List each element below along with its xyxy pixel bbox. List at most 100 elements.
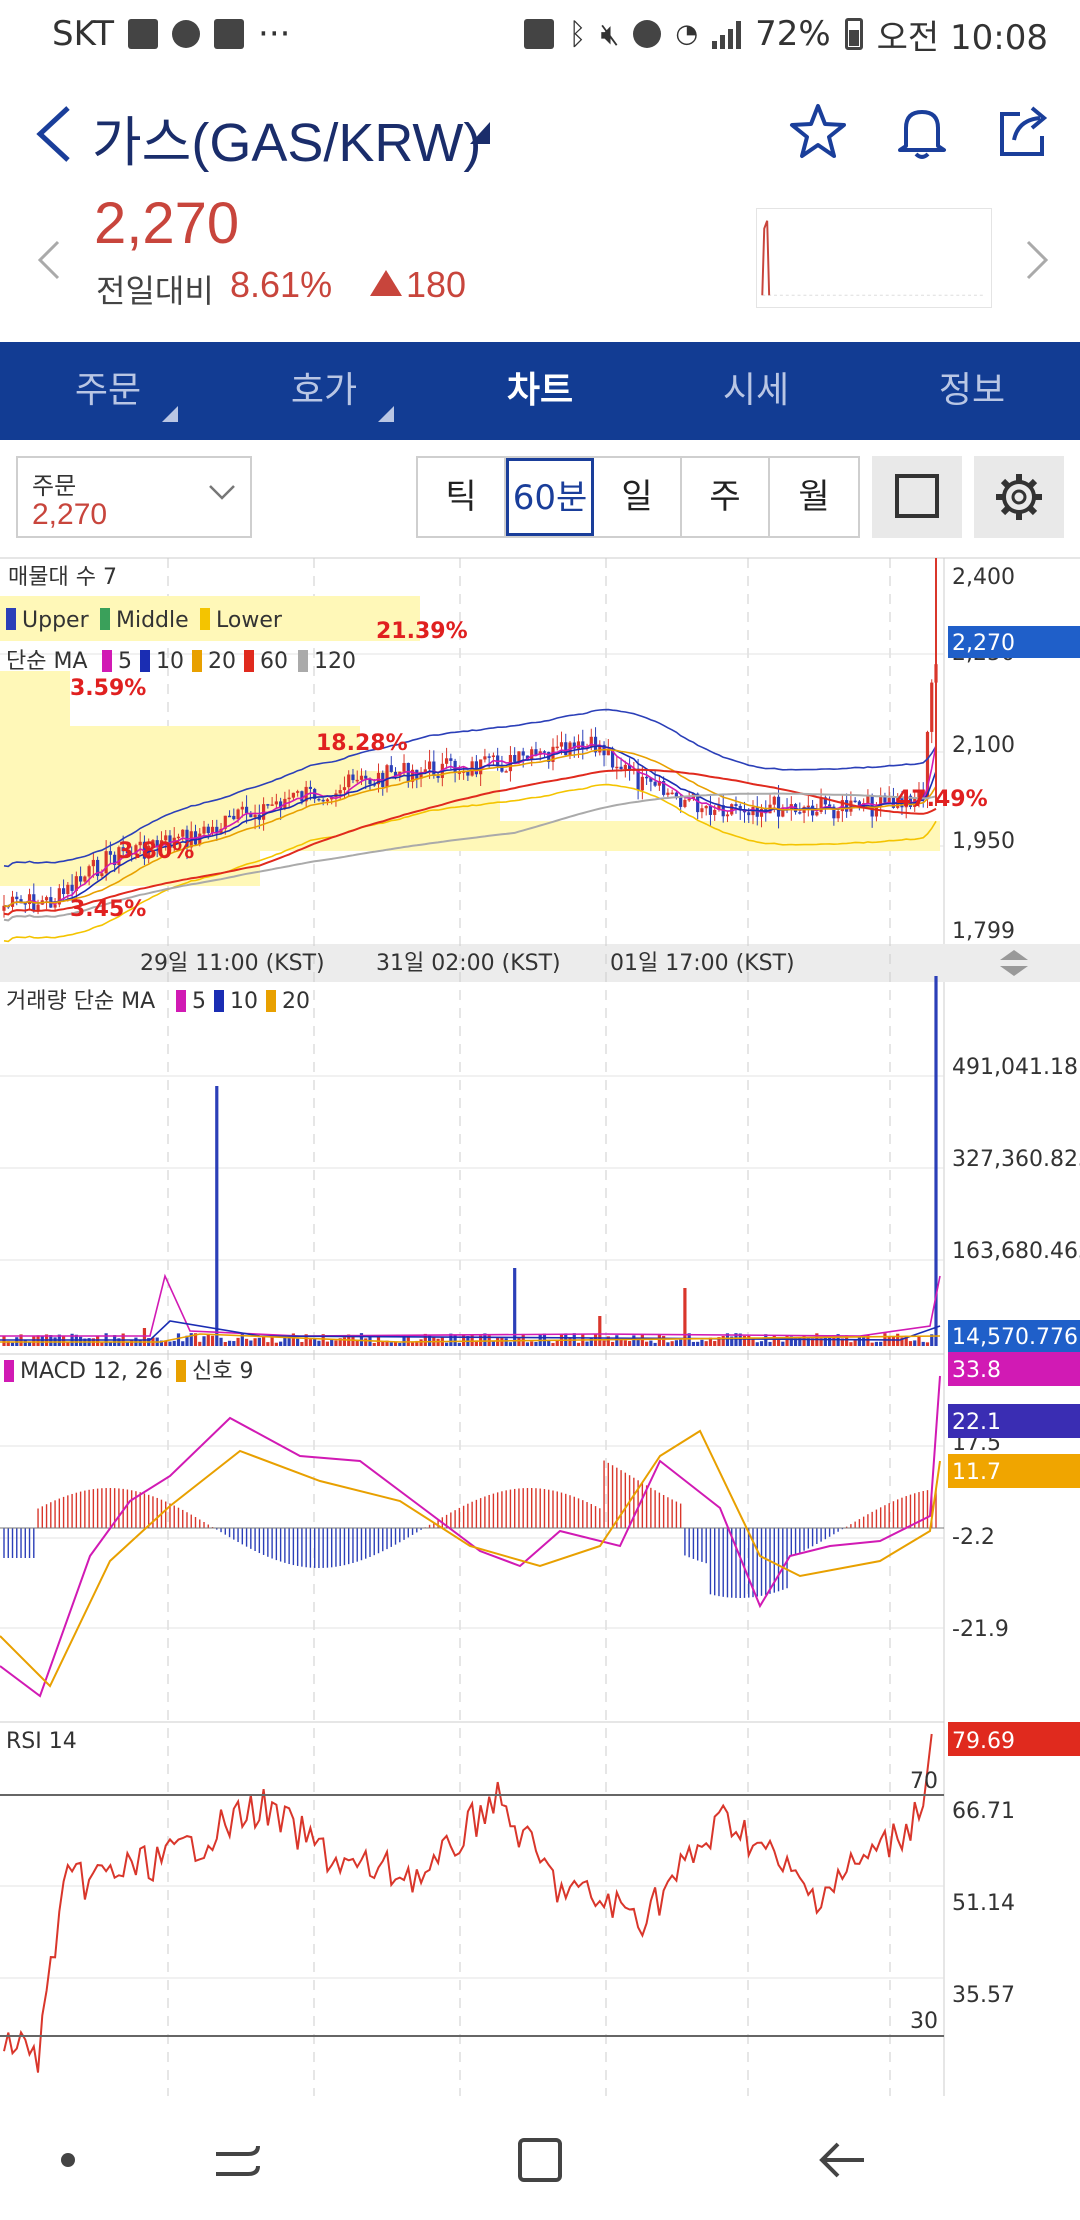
y-tick: 2,400: [952, 565, 1015, 590]
volume-bar: [504, 1338, 508, 1346]
candle-body: [240, 806, 244, 810]
volume-y-axis: 491,041.181 327,360.823 163,680.465: [952, 1055, 1080, 1264]
volume-bar: [674, 1340, 679, 1346]
change-label: 전일대비: [96, 272, 214, 310]
rsi-70-label: 70: [910, 1769, 938, 1794]
candle-body: [202, 826, 206, 834]
tab-label: 차트: [506, 370, 574, 411]
tab-chart[interactable]: 차트: [432, 342, 648, 440]
tab-order[interactable]: 주문: [0, 342, 216, 440]
cube-icon: [172, 20, 201, 48]
y-tick: -21.9: [952, 1617, 1009, 1642]
back-nav-icon[interactable]: [812, 2130, 872, 2190]
candle-body: [232, 815, 236, 820]
y-tick: 66.71: [952, 1799, 1015, 1824]
y-tick: 491,041.181: [952, 1055, 1080, 1080]
candle-body: [772, 796, 776, 805]
dot-icon[interactable]: [38, 2130, 98, 2190]
period-day[interactable]: 일: [594, 458, 682, 536]
share-icon[interactable]: [992, 100, 1056, 164]
app-header: 가스(GAS/KRW): [0, 80, 1080, 190]
volume-bar: [274, 1342, 278, 1346]
macd-signal-label: 신호 9: [192, 1359, 253, 1384]
volume-bar: [176, 1333, 181, 1346]
tab-market-price[interactable]: 시세: [648, 342, 864, 440]
next-coin-icon[interactable]: [1022, 238, 1052, 282]
volume-bar: [2, 1336, 6, 1346]
price-y-axis: 2,400 2,250 2,100 1,950 1,799: [952, 565, 1015, 944]
volume-bar: [325, 1341, 330, 1346]
candle-body: [100, 873, 104, 877]
recent-apps-icon[interactable]: [208, 2130, 268, 2190]
status-bar: SKT ··· ᛒ 🔇︎ ◔ 72% 오전 10:08: [0, 0, 1080, 68]
volume-bar: [640, 1334, 644, 1346]
more-notifications-icon: ···: [258, 14, 291, 54]
price-marker-label: 2,270: [952, 631, 1015, 656]
candle-body: [206, 826, 210, 834]
bell-icon[interactable]: [890, 100, 954, 164]
chart-area[interactable]: 매물대 수 7 Upper Middle Lower 단순 MA 5 10 20…: [0, 556, 1080, 2096]
indicator-title: 매물대 수 7: [8, 565, 117, 590]
volume-bar: [198, 1341, 202, 1346]
volume-profile-bar: [0, 671, 70, 726]
volume-bar: [696, 1341, 700, 1346]
change-amount: 180: [406, 264, 467, 305]
star-icon[interactable]: [786, 100, 850, 164]
volume-bar: [168, 1341, 172, 1346]
page-title[interactable]: 가스(GAS/KRW): [92, 98, 481, 177]
volume-bar: [10, 1342, 15, 1346]
volume-bar: [300, 1341, 304, 1346]
candle-body: [449, 758, 453, 761]
recycle-icon: [524, 19, 555, 49]
carrier-label: SKT: [52, 14, 115, 54]
macd-legend: MACD 12, 26 신호 9: [4, 1359, 253, 1384]
home-icon[interactable]: [510, 2130, 570, 2190]
volume-bar: [219, 1337, 223, 1346]
rsi-y-axis: 66.71 51.14 35.57: [952, 1799, 1015, 2008]
candle-body: [704, 805, 708, 809]
tab-orderbook[interactable]: 호가: [216, 342, 432, 440]
title-dropdown-icon[interactable]: [470, 122, 490, 144]
square-icon: [895, 474, 939, 518]
hist-marker-label: 11.7: [952, 1460, 1001, 1485]
chart-canvas[interactable]: 매물대 수 7 Upper Middle Lower 단순 MA 5 10 20…: [0, 556, 1080, 2096]
settings-button[interactable]: [974, 456, 1064, 538]
period-month[interactable]: 월: [770, 458, 858, 536]
period-tick[interactable]: 틱: [418, 458, 506, 536]
volume-bar: [410, 1342, 415, 1346]
prev-coin-icon[interactable]: [34, 238, 64, 282]
volume-bar: [398, 1342, 402, 1346]
back-icon[interactable]: [30, 102, 80, 166]
tab-info[interactable]: 정보: [864, 342, 1080, 440]
volume-bar: [713, 1340, 717, 1346]
volume-bar: [585, 1341, 589, 1346]
band-lower-label: Lower: [216, 608, 283, 633]
volume-bar: [517, 1337, 521, 1346]
candle-body: [615, 766, 619, 769]
mini-sparkline: [756, 208, 992, 308]
candle-body: [266, 804, 270, 806]
candle-body: [436, 775, 440, 778]
x-tick: 29일 11:00 (KST): [140, 951, 325, 976]
volume-bar: [23, 1340, 27, 1346]
ma-10-label: 10: [156, 649, 184, 674]
candle-body: [708, 805, 713, 815]
candle-body: [338, 790, 342, 794]
y-tick: 35.57: [952, 1983, 1015, 2008]
pct-label: 18.28%: [316, 731, 408, 756]
candle-body: [355, 779, 359, 782]
candle-body: [389, 765, 393, 772]
y-tick: 1,799: [952, 919, 1015, 944]
candle-body: [325, 799, 330, 802]
period-60min[interactable]: 60분: [506, 458, 594, 536]
volume-bar: [879, 1341, 883, 1346]
rsi-line: [3, 1733, 933, 2073]
volume-bar: [172, 1340, 176, 1346]
tab-label: 정보: [938, 370, 1006, 411]
ma-60-label: 60: [260, 649, 288, 674]
y-tick: 1,950: [952, 829, 1015, 854]
draw-tool-button[interactable]: [872, 456, 962, 538]
period-week[interactable]: 주: [682, 458, 770, 536]
x-tick: 31일 02:00 (KST): [376, 951, 561, 976]
order-dropdown[interactable]: 주문 2,270: [16, 456, 252, 538]
